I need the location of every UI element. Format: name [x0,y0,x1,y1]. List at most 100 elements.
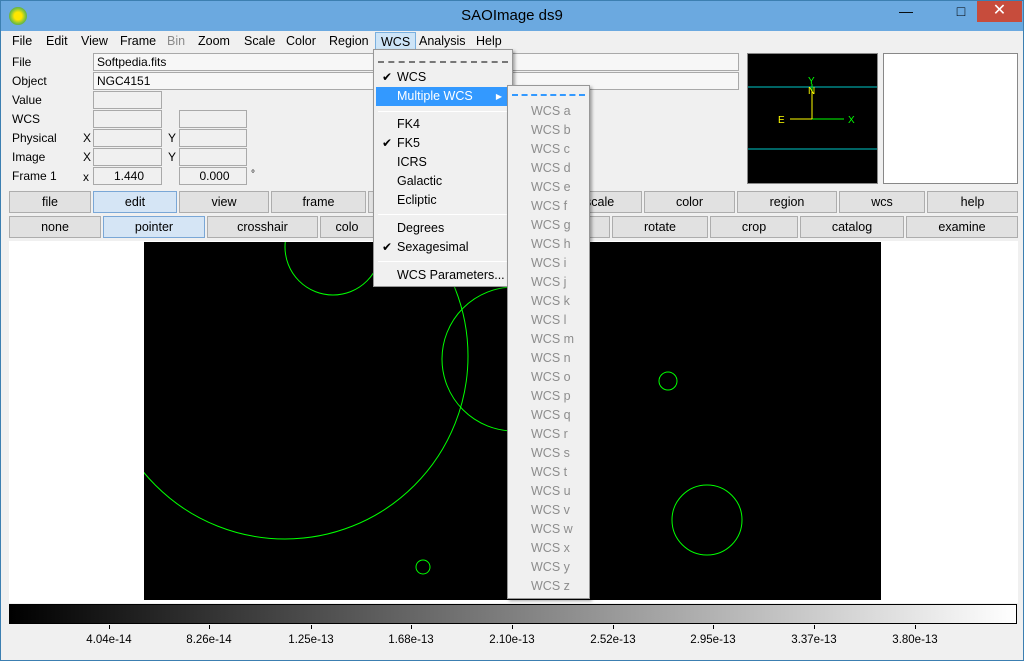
wcs-r[interactable]: WCS r [510,425,587,444]
panner[interactable]: Y N E X [747,53,878,184]
btn-hidden[interactable] [588,216,610,238]
colorbar-label: 8.26e-14 [186,634,232,646]
submenu-arrow-icon: ▶ [495,92,502,101]
menu-zoom[interactable]: Zoom [193,32,235,50]
btn-rotate[interactable]: rotate [612,216,708,238]
wcs-menu-wcs[interactable]: ✔ WCS [376,68,510,87]
multiple-wcs-submenu: WCS a WCS b WCS c WCS d WCS e WCS f WCS … [507,85,590,599]
wcs-i[interactable]: WCS i [510,254,587,273]
wcs-g[interactable]: WCS g [510,216,587,235]
colorbar-label: 2.95e-13 [690,634,736,646]
btn-file[interactable]: file [9,191,91,213]
btn-pointer[interactable]: pointer [103,216,205,238]
wcs-y-field [179,110,247,128]
wcs-c[interactable]: WCS c [510,140,587,159]
region-circle-small-bottom[interactable] [415,559,431,575]
wcs-e[interactable]: WCS e [510,178,587,197]
btn-crosshair[interactable]: crosshair [207,216,318,238]
wcs-menu-galactic[interactable]: Galactic [376,172,510,191]
wcs-l[interactable]: WCS l [510,311,587,330]
menu-bin[interactable]: Bin [162,32,190,50]
menu-file[interactable]: File [7,32,37,50]
wcs-menu-ecliptic[interactable]: Ecliptic [376,191,510,210]
colorbar[interactable] [9,604,1017,624]
wcs-y[interactable]: WCS y [510,558,587,577]
colorbar-tick [311,625,312,629]
btn-frame[interactable]: frame [271,191,366,213]
wcs-b[interactable]: WCS b [510,121,587,140]
btn-help[interactable]: help [927,191,1018,213]
panner-x-label: X [848,115,855,126]
colorbar-label: 3.80e-13 [892,634,938,646]
wcs-x[interactable]: WCS x [510,539,587,558]
wcs-d[interactable]: WCS d [510,159,587,178]
wcs-w[interactable]: WCS w [510,520,587,539]
menu-view[interactable]: View [76,32,113,50]
wcs-a[interactable]: WCS a [510,102,587,121]
region-circle-small-right[interactable] [658,371,678,391]
wcs-m[interactable]: WCS m [510,330,587,349]
menu-scale[interactable]: Scale [239,32,280,50]
angle-field: 0.000 [179,167,247,185]
wcs-h[interactable]: WCS h [510,235,587,254]
wcs-menu-icrs[interactable]: ICRS [376,153,510,172]
menu-wcs[interactable]: WCS [375,32,417,50]
wcs-u[interactable]: WCS u [510,482,587,501]
check-icon: ✔ [382,240,393,254]
wcs-menu-fk5-label: FK5 [397,136,420,150]
wcs-j[interactable]: WCS j [510,273,587,292]
wcs-f[interactable]: WCS f [510,197,587,216]
wcs-k[interactable]: WCS k [510,292,587,311]
image-label: Image [12,150,46,164]
wcs-menu-parameters[interactable]: WCS Parameters... [376,266,510,285]
menu-help[interactable]: Help [471,32,507,50]
btn-color[interactable]: color [644,191,735,213]
menu-frame[interactable]: Frame [115,32,161,50]
wcs-label: WCS [12,112,40,126]
menu-color[interactable]: Color [281,32,321,50]
btn-edit[interactable]: edit [93,191,177,213]
btn-none[interactable]: none [9,216,101,238]
wcs-menu-sexagesimal[interactable]: ✔ Sexagesimal [376,238,510,257]
app-window: SAOImage ds9 — □ ✕ File Edit View Frame … [0,0,1024,661]
wcs-menu-degrees[interactable]: Degrees [376,219,510,238]
btn-scale[interactable]: scale [585,191,642,213]
value-field [93,91,162,109]
btn-region[interactable]: region [737,191,837,213]
menu-analysis[interactable]: Analysis [414,32,471,50]
close-button[interactable]: ✕ [977,1,1022,22]
btn-catalog[interactable]: catalog [800,216,904,238]
colorbar-tick [209,625,210,629]
submenu-tearoff[interactable] [512,94,585,96]
wcs-n[interactable]: WCS n [510,349,587,368]
wcs-menu-fk4[interactable]: FK4 [376,115,510,134]
wcs-z[interactable]: WCS z [510,577,587,596]
wcs-o[interactable]: WCS o [510,368,587,387]
btn-crop[interactable]: crop [710,216,798,238]
image-y-label: Y [168,150,177,164]
menu-bar: File Edit View Frame Bin Zoom Scale Colo… [2,31,1022,51]
btn-colorbar[interactable]: colo [320,216,374,238]
wcs-q[interactable]: WCS q [510,406,587,425]
btn-examine[interactable]: examine [906,216,1018,238]
btn-wcs[interactable]: wcs [839,191,925,213]
wcs-p[interactable]: WCS p [510,387,587,406]
frame-label: Frame 1 [12,169,57,183]
colorbar-tick [613,625,614,629]
wcs-menu-tearoff[interactable] [378,61,508,63]
menu-region[interactable]: Region [324,32,374,50]
wcs-t[interactable]: WCS t [510,463,587,482]
wcs-v[interactable]: WCS v [510,501,587,520]
panner-n-label: N [808,86,815,97]
check-icon: ✔ [382,70,393,84]
minimize-button[interactable]: — [891,1,921,22]
wcs-s[interactable]: WCS s [510,444,587,463]
btn-view[interactable]: view [179,191,269,213]
maximize-button[interactable]: □ [946,1,976,22]
region-circle-top[interactable] [284,242,382,296]
region-circle-bottom-right[interactable] [671,484,743,556]
wcs-menu-multiple-wcs[interactable]: Multiple WCS ▶ [376,87,510,106]
menu-separator [378,111,508,112]
wcs-menu-fk5[interactable]: ✔ FK5 [376,134,510,153]
menu-edit[interactable]: Edit [41,32,73,50]
